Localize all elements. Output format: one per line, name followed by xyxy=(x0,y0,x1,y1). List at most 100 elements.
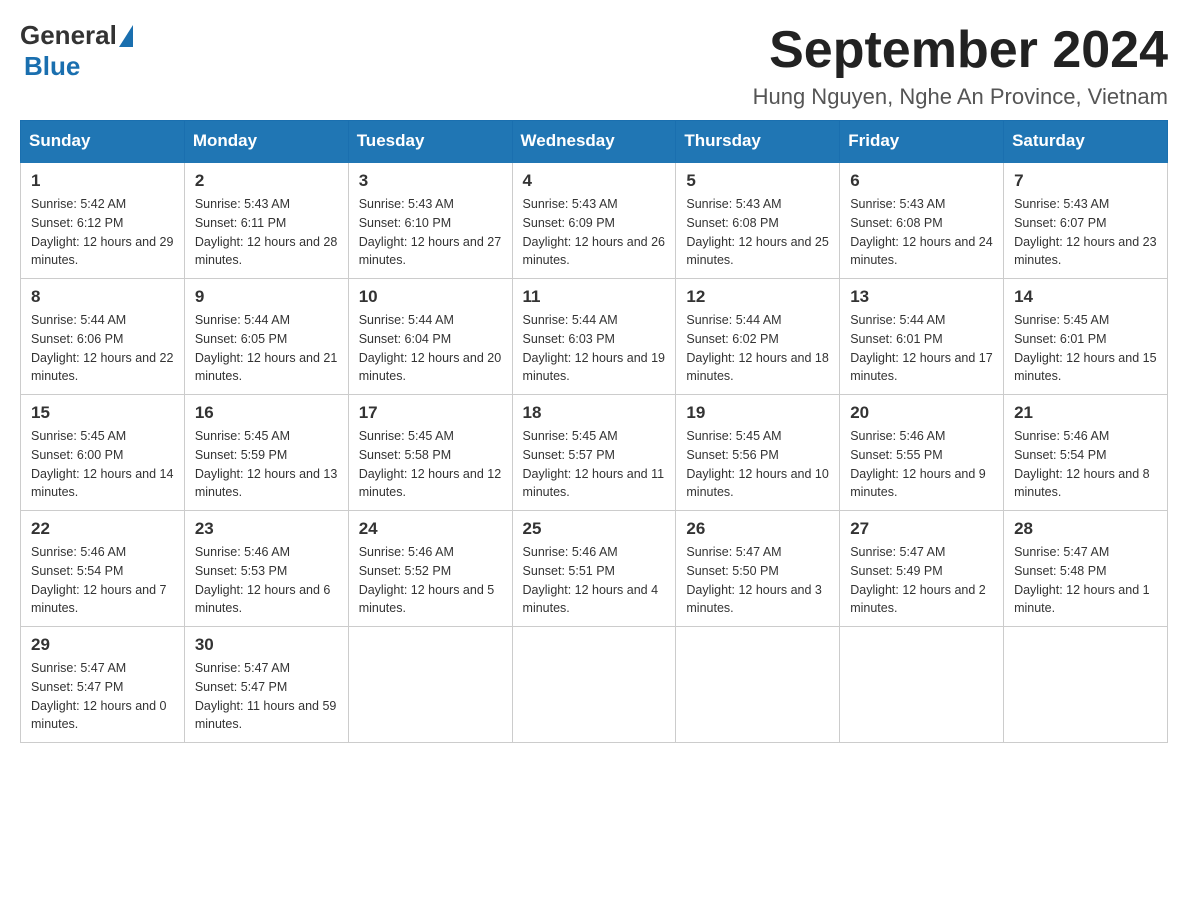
day-number: 17 xyxy=(359,403,502,423)
day-info: Sunrise: 5:43 AMSunset: 6:10 PMDaylight:… xyxy=(359,195,502,270)
calendar-cell: 18 Sunrise: 5:45 AMSunset: 5:57 PMDayligh… xyxy=(512,395,676,511)
day-number: 2 xyxy=(195,171,338,191)
month-title: September 2024 xyxy=(753,20,1168,80)
calendar-cell: 11 Sunrise: 5:44 AMSunset: 6:03 PMDayligh… xyxy=(512,279,676,395)
day-number: 12 xyxy=(686,287,829,307)
calendar-cell: 5Sunrise: 5:43 AMSunset: 6:08 PMDaylight… xyxy=(676,162,840,279)
day-info: Sunrise: 5:45 AMSunset: 6:00 PMDaylight:… xyxy=(31,427,174,502)
day-info: Sunrise: 5:43 AMSunset: 6:07 PMDaylight:… xyxy=(1014,195,1157,270)
calendar-cell: 22Sunrise: 5:46 AMSunset: 5:54 PMDayligh… xyxy=(21,511,185,627)
logo-triangle-icon xyxy=(119,25,133,47)
day-info: Sunrise: 5:44 AMSunset: 6:04 PMDaylight:… xyxy=(359,311,502,386)
day-info: Sunrise: 5:47 AMSunset: 5:47 PMDaylight:… xyxy=(31,659,174,734)
day-info: Sunrise: 5:47 AMSunset: 5:50 PMDaylight:… xyxy=(686,543,829,618)
calendar-week-row: 8 Sunrise: 5:44 AMSunset: 6:06 PMDaylight… xyxy=(21,279,1168,395)
calendar-cell: 24Sunrise: 5:46 AMSunset: 5:52 PMDayligh… xyxy=(348,511,512,627)
day-number: 18 xyxy=(523,403,666,423)
calendar-cell: 26 Sunrise: 5:47 AMSunset: 5:50 PMDayligh… xyxy=(676,511,840,627)
day-number: 1 xyxy=(31,171,174,191)
calendar-cell: 4Sunrise: 5:43 AMSunset: 6:09 PMDaylight… xyxy=(512,162,676,279)
day-header-tuesday: Tuesday xyxy=(348,121,512,163)
calendar-cell xyxy=(840,627,1004,743)
day-info: Sunrise: 5:45 AMSunset: 6:01 PMDaylight:… xyxy=(1014,311,1157,386)
calendar-cell: 2 Sunrise: 5:43 AMSunset: 6:11 PMDaylight… xyxy=(184,162,348,279)
calendar-cell: 29 Sunrise: 5:47 AMSunset: 5:47 PMDayligh… xyxy=(21,627,185,743)
calendar-cell xyxy=(512,627,676,743)
calendar-cell: 28Sunrise: 5:47 AMSunset: 5:48 PMDayligh… xyxy=(1004,511,1168,627)
day-info: Sunrise: 5:42 AMSunset: 6:12 PMDaylight:… xyxy=(31,195,174,270)
day-number: 26 xyxy=(686,519,829,539)
day-header-thursday: Thursday xyxy=(676,121,840,163)
day-number: 11 xyxy=(523,287,666,307)
calendar-week-row: 15Sunrise: 5:45 AMSunset: 6:00 PMDayligh… xyxy=(21,395,1168,511)
calendar-cell xyxy=(348,627,512,743)
calendar-cell: 7 Sunrise: 5:43 AMSunset: 6:07 PMDaylight… xyxy=(1004,162,1168,279)
logo: General Blue xyxy=(20,20,133,82)
day-info: Sunrise: 5:46 AMSunset: 5:51 PMDaylight:… xyxy=(523,543,666,618)
calendar-cell: 1 Sunrise: 5:42 AMSunset: 6:12 PMDaylight… xyxy=(21,162,185,279)
day-header-sunday: Sunday xyxy=(21,121,185,163)
calendar-cell: 19 Sunrise: 5:45 AMSunset: 5:56 PMDayligh… xyxy=(676,395,840,511)
day-info: Sunrise: 5:43 AMSunset: 6:08 PMDaylight:… xyxy=(850,195,993,270)
day-header-friday: Friday xyxy=(840,121,1004,163)
calendar-cell: 14 Sunrise: 5:45 AMSunset: 6:01 PMDayligh… xyxy=(1004,279,1168,395)
day-info: Sunrise: 5:46 AMSunset: 5:52 PMDaylight:… xyxy=(359,543,502,618)
calendar-cell: 9 Sunrise: 5:44 AMSunset: 6:05 PMDaylight… xyxy=(184,279,348,395)
day-number: 23 xyxy=(195,519,338,539)
day-number: 20 xyxy=(850,403,993,423)
calendar-cell xyxy=(1004,627,1168,743)
calendar-cell: 13Sunrise: 5:44 AMSunset: 6:01 PMDayligh… xyxy=(840,279,1004,395)
day-info: Sunrise: 5:43 AMSunset: 6:11 PMDaylight:… xyxy=(195,195,338,270)
day-number: 6 xyxy=(850,171,993,191)
calendar-cell: 15Sunrise: 5:45 AMSunset: 6:00 PMDayligh… xyxy=(21,395,185,511)
logo-blue-text: Blue xyxy=(24,51,80,81)
calendar-cell: 3Sunrise: 5:43 AMSunset: 6:10 PMDaylight… xyxy=(348,162,512,279)
day-number: 14 xyxy=(1014,287,1157,307)
day-info: Sunrise: 5:46 AMSunset: 5:55 PMDaylight:… xyxy=(850,427,993,502)
day-header-wednesday: Wednesday xyxy=(512,121,676,163)
calendar-cell: 6 Sunrise: 5:43 AMSunset: 6:08 PMDaylight… xyxy=(840,162,1004,279)
day-info: Sunrise: 5:45 AMSunset: 5:58 PMDaylight:… xyxy=(359,427,502,502)
day-number: 19 xyxy=(686,403,829,423)
header: General Blue September 2024 Hung Nguyen,… xyxy=(20,20,1168,110)
day-info: Sunrise: 5:45 AMSunset: 5:59 PMDaylight:… xyxy=(195,427,338,502)
calendar-cell: 8 Sunrise: 5:44 AMSunset: 6:06 PMDaylight… xyxy=(21,279,185,395)
day-number: 30 xyxy=(195,635,338,655)
calendar-week-row: 1 Sunrise: 5:42 AMSunset: 6:12 PMDaylight… xyxy=(21,162,1168,279)
day-header-saturday: Saturday xyxy=(1004,121,1168,163)
day-info: Sunrise: 5:44 AMSunset: 6:03 PMDaylight:… xyxy=(523,311,666,386)
location-title: Hung Nguyen, Nghe An Province, Vietnam xyxy=(753,84,1168,110)
day-number: 27 xyxy=(850,519,993,539)
calendar-header-row: SundayMondayTuesdayWednesdayThursdayFrid… xyxy=(21,121,1168,163)
calendar-cell: 10 Sunrise: 5:44 AMSunset: 6:04 PMDayligh… xyxy=(348,279,512,395)
day-number: 7 xyxy=(1014,171,1157,191)
calendar-cell: 23Sunrise: 5:46 AMSunset: 5:53 PMDayligh… xyxy=(184,511,348,627)
day-number: 13 xyxy=(850,287,993,307)
calendar-week-row: 22Sunrise: 5:46 AMSunset: 5:54 PMDayligh… xyxy=(21,511,1168,627)
calendar-cell xyxy=(676,627,840,743)
day-header-monday: Monday xyxy=(184,121,348,163)
day-number: 29 xyxy=(31,635,174,655)
calendar-cell: 21 Sunrise: 5:46 AMSunset: 5:54 PMDayligh… xyxy=(1004,395,1168,511)
day-info: Sunrise: 5:44 AMSunset: 6:06 PMDaylight:… xyxy=(31,311,174,386)
day-info: Sunrise: 5:43 AMSunset: 6:08 PMDaylight:… xyxy=(686,195,829,270)
day-info: Sunrise: 5:46 AMSunset: 5:54 PMDaylight:… xyxy=(1014,427,1157,502)
day-number: 9 xyxy=(195,287,338,307)
day-info: Sunrise: 5:47 AMSunset: 5:49 PMDaylight:… xyxy=(850,543,993,618)
calendar-cell: 16Sunrise: 5:45 AMSunset: 5:59 PMDayligh… xyxy=(184,395,348,511)
day-info: Sunrise: 5:47 AMSunset: 5:48 PMDaylight:… xyxy=(1014,543,1157,618)
day-number: 21 xyxy=(1014,403,1157,423)
day-info: Sunrise: 5:43 AMSunset: 6:09 PMDaylight:… xyxy=(523,195,666,270)
logo-general-text: General xyxy=(20,20,117,51)
day-info: Sunrise: 5:45 AMSunset: 5:56 PMDaylight:… xyxy=(686,427,829,502)
day-info: Sunrise: 5:44 AMSunset: 6:05 PMDaylight:… xyxy=(195,311,338,386)
calendar-cell: 12 Sunrise: 5:44 AMSunset: 6:02 PMDayligh… xyxy=(676,279,840,395)
day-info: Sunrise: 5:44 AMSunset: 6:02 PMDaylight:… xyxy=(686,311,829,386)
calendar-cell: 27 Sunrise: 5:47 AMSunset: 5:49 PMDayligh… xyxy=(840,511,1004,627)
calendar-cell: 20 Sunrise: 5:46 AMSunset: 5:55 PMDayligh… xyxy=(840,395,1004,511)
calendar-cell: 17 Sunrise: 5:45 AMSunset: 5:58 PMDayligh… xyxy=(348,395,512,511)
day-info: Sunrise: 5:45 AMSunset: 5:57 PMDaylight:… xyxy=(523,427,666,502)
calendar-cell: 30Sunrise: 5:47 AMSunset: 5:47 PMDayligh… xyxy=(184,627,348,743)
day-number: 8 xyxy=(31,287,174,307)
day-number: 10 xyxy=(359,287,502,307)
